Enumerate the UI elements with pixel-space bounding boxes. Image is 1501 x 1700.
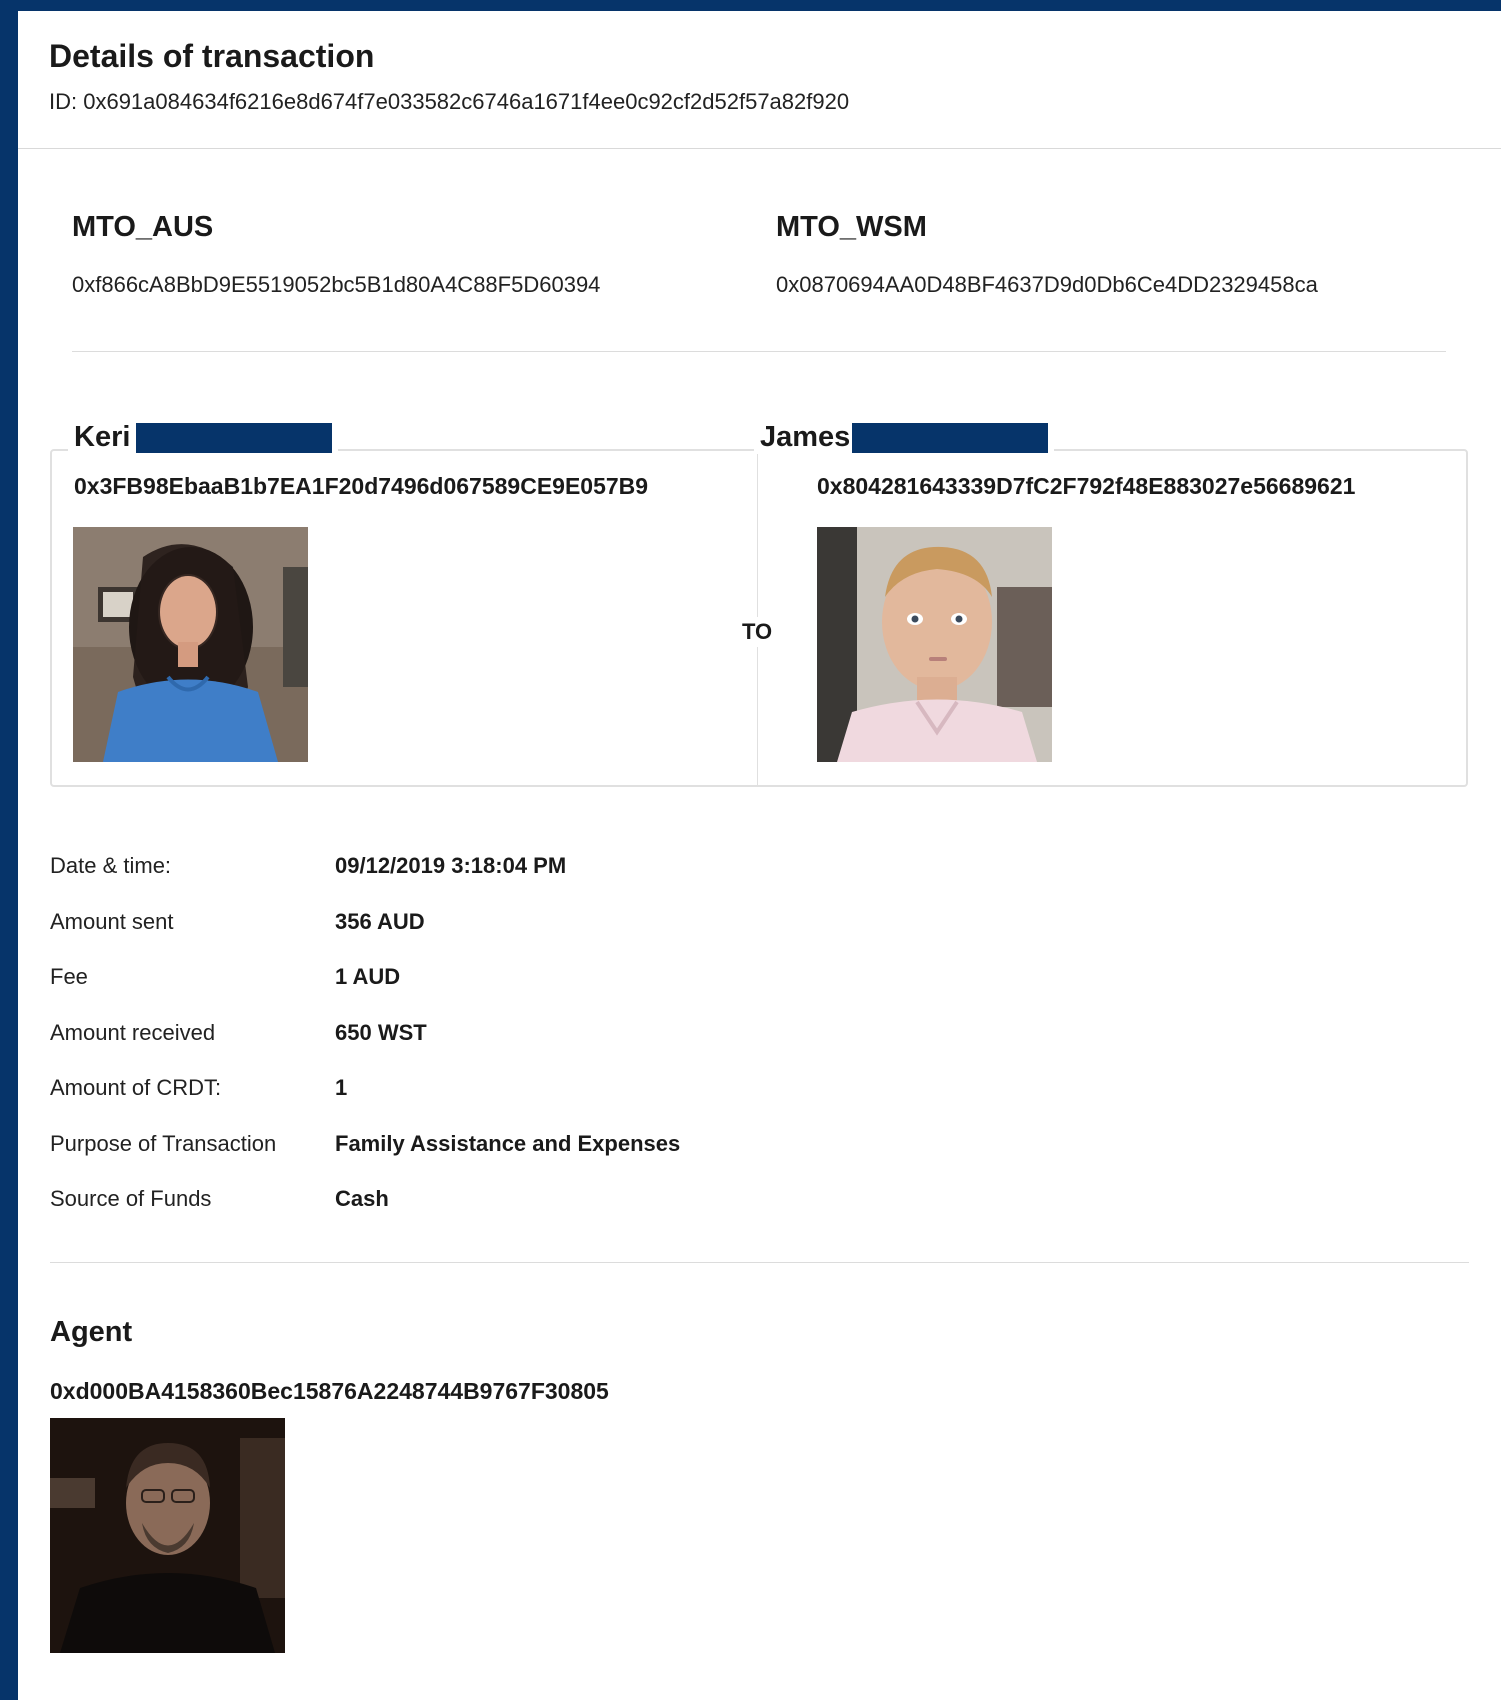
detail-label: Purpose of Transaction [50,1130,277,1156]
detail-label: Amount sent [50,908,174,934]
mto-divider [72,351,1446,352]
sender-heading: Keri [68,421,339,454]
recipient-name: James [760,421,851,453]
detail-label: Source of Funds [50,1186,212,1211]
mto-recipient: MTO_WSM 0x0870694AA0D48BF4637D9d0Db6Ce4D… [776,211,1476,298]
detail-label: Date & time: [50,853,172,878]
detail-label: Amount of CRDT: [50,1075,222,1100]
detail-label: Fee [50,964,88,989]
detail-value: 1 AUD [335,964,401,989]
header: Details of transaction ID: 0x691a084634f… [18,11,1501,149]
sender-photo [73,527,308,762]
to-connector: TO [742,617,773,647]
sender-address: 0x3FB98EbaaB1b7EA1F20d7496d067589CE9E057… [74,473,649,499]
detail-row-amount-sent: Amount sent 356 AUD [50,897,1050,953]
detail-value: 1 [335,1075,348,1100]
redaction-block [852,422,1049,453]
transaction-details-list: Date & time: 09/12/2019 3:18:04 PM Amoun… [50,841,1050,1230]
page-title: Details of transaction [49,38,375,74]
mto-sender: MTO_AUS 0xf866cA8BbD9E5519052bc5B1d80A4C… [72,211,772,298]
detail-row-purpose: Purpose of Transaction Family Assistance… [50,1119,1050,1175]
detail-value: Family Assistance and Expenses [335,1130,681,1156]
redaction-block [136,422,333,453]
agent-address: 0xd000BA4158360Bec15876A2248744B9767F308… [50,1378,609,1404]
mto-recipient-address: 0x0870694AA0D48BF4637D9d0Db6Ce4DD2329458… [776,272,1318,297]
detail-row-fee: Fee 1 AUD [50,952,1050,1008]
recipient-heading: James [754,421,1055,454]
mto-recipient-name: MTO_WSM [776,211,927,243]
agent-photo-image [50,1418,285,1653]
detail-row-source: Source of Funds Cash [50,1174,1050,1230]
mto-sender-address: 0xf866cA8BbD9E5519052bc5B1d80A4C88F5D603… [72,272,601,297]
transaction-id: ID: 0x691a084634f6216e8d674f7e033582c674… [49,89,850,114]
top-frame-strip [0,0,1501,11]
detail-value: 356 AUD [335,908,425,934]
detail-value: 650 WST [335,1019,427,1045]
agent-title: Agent [50,1316,133,1348]
left-frame-strip [0,0,18,1700]
recipient-photo [817,527,1052,762]
recipient-address: 0x804281643339D7fC2F792f48E883027e566896… [817,473,1356,499]
detail-label: Amount received [50,1019,216,1045]
detail-row-date: Date & time: 09/12/2019 3:18:04 PM [50,841,1050,897]
details-divider [50,1262,1469,1263]
sender-name: Keri [74,421,131,453]
agent-photo [50,1418,285,1653]
detail-row-amount-received: Amount received 650 WST [50,1008,1050,1064]
transaction-details-window: Details of transaction ID: 0x691a084634f… [0,0,1501,1700]
recipient-photo-image [817,527,1052,762]
sender-photo-image [73,527,308,762]
detail-value: 09/12/2019 3:18:04 PM [335,853,567,878]
details-panel: Details of transaction ID: 0x691a084634f… [18,11,1501,1700]
detail-row-crdt: Amount of CRDT: 1 [50,1063,1050,1119]
detail-value: Cash [335,1186,389,1211]
mto-sender-name: MTO_AUS [72,211,214,243]
